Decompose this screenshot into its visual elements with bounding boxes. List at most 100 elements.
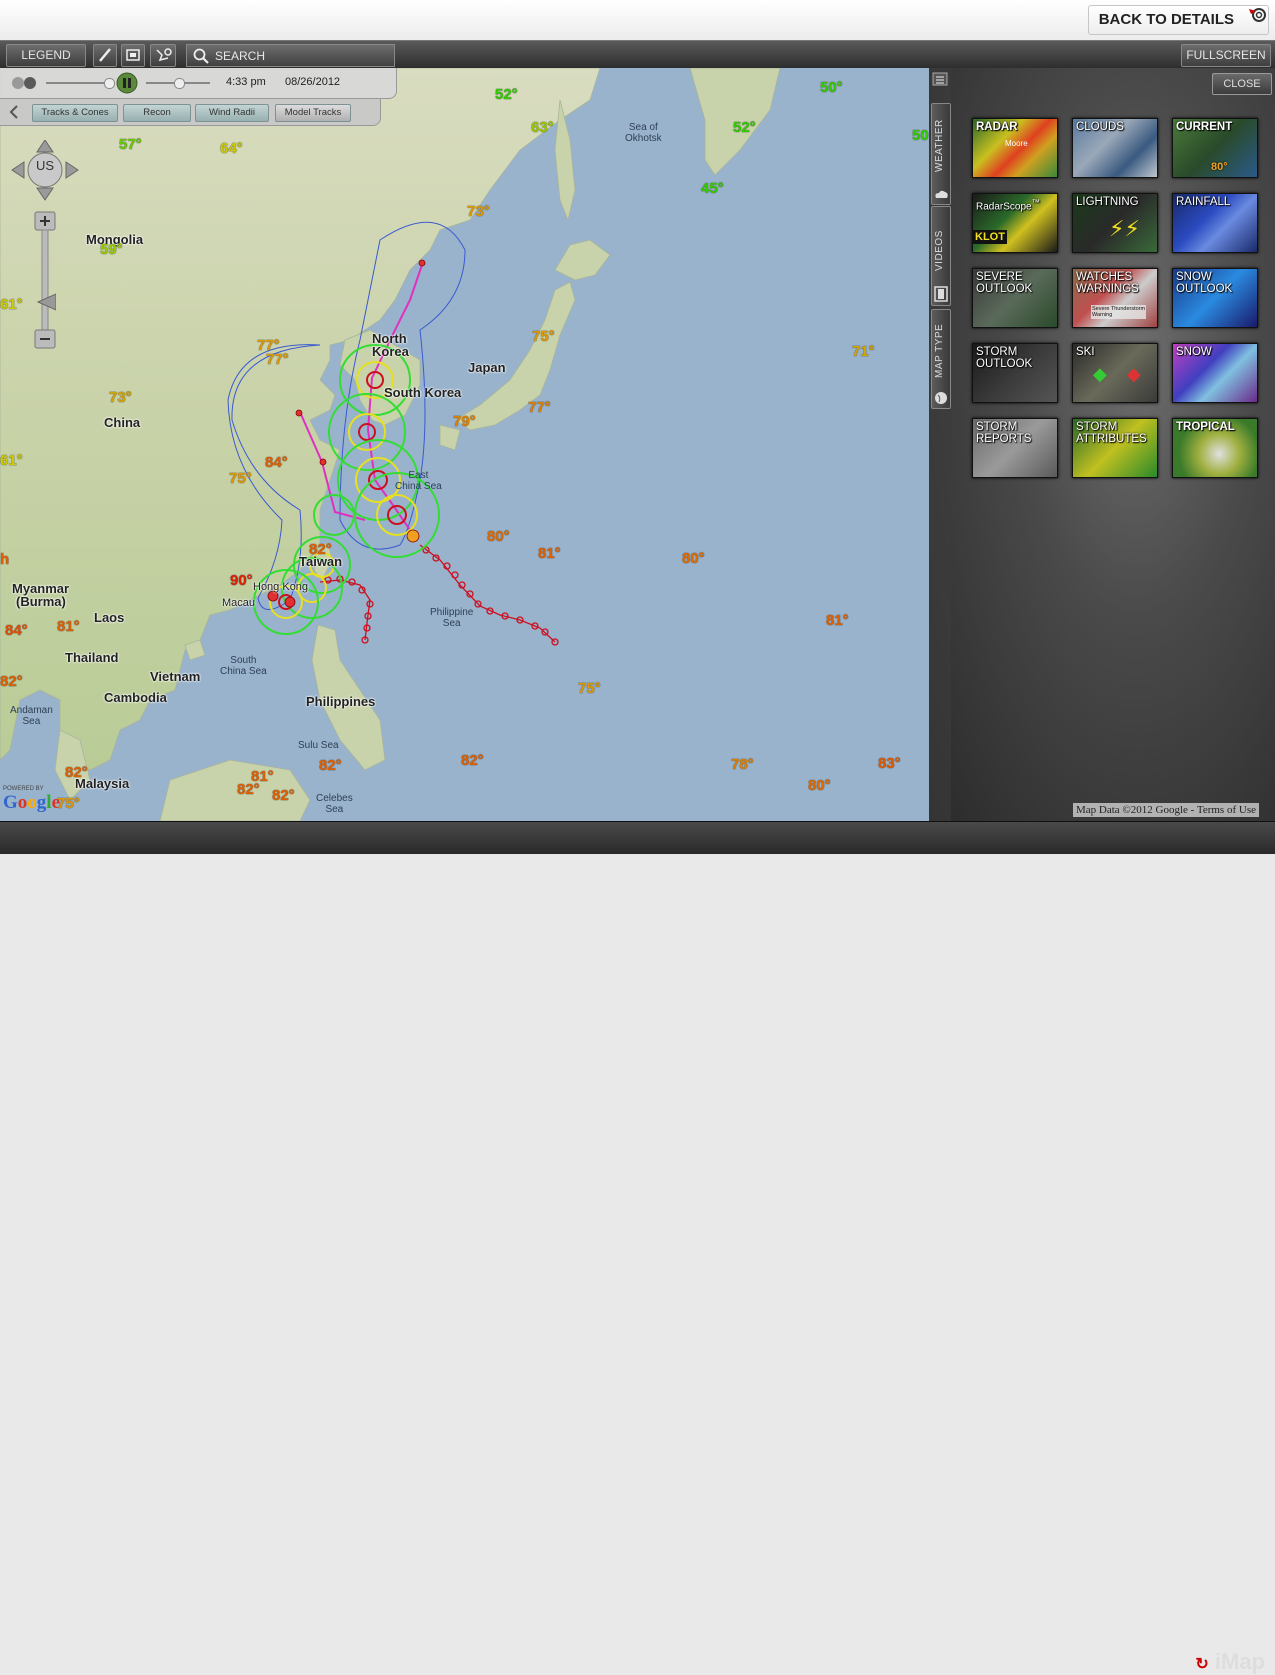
layer-tile-lightning[interactable]: LIGHTNING ⚡⚡ [1072, 193, 1158, 253]
pause-button-icon[interactable] [116, 72, 138, 94]
sea-label: East China Sea [395, 470, 442, 492]
layer-tile-rainfall[interactable]: RAINFALL [1172, 193, 1258, 253]
pan-left-icon [11, 161, 25, 179]
sea-label: Andaman Sea [10, 705, 53, 727]
layer-tile-label: SEVERE OUTLOOK [976, 271, 1032, 295]
tab-map-type[interactable]: MAP TYPE [931, 309, 951, 409]
map-data-attribution[interactable]: Map Data ©2012 Google - Terms of Use [1073, 803, 1259, 817]
temperature-label: 64° [220, 140, 243, 157]
search-box [186, 44, 395, 67]
tile-label-line: OUTLOOK [976, 358, 1033, 370]
tile-label-line: OUTLOOK [1176, 283, 1233, 295]
sea-label: Sulu Sea [298, 740, 339, 751]
sea-label-line: Okhotsk [625, 133, 662, 144]
temperature-label: 50 [912, 127, 929, 144]
temperature-label: 80° [487, 528, 510, 545]
tab-label: Model Tracks [284, 107, 342, 118]
layer-tile-snow-outlook[interactable]: SNOW OUTLOOK [1172, 268, 1258, 328]
sea-label-line: Sea of [628, 122, 658, 133]
temperature-label: 75° [532, 328, 555, 345]
tab-tracks-cones[interactable]: Tracks & Cones [32, 104, 118, 122]
tab-recon[interactable]: Recon [123, 104, 191, 122]
pan-down-icon [36, 187, 54, 201]
layer-tile-label: STORM OUTLOOK [976, 346, 1032, 370]
chevron-left-icon[interactable] [8, 104, 20, 120]
temperature-label: 82° [461, 752, 484, 769]
place-label: Philippines [306, 694, 376, 709]
search-input[interactable] [215, 45, 385, 66]
layer-tile-label: RADAR [976, 121, 1018, 133]
layer-tile-label: TROPICAL [1176, 421, 1235, 433]
layer-tile-storm-outlook[interactable]: STORM OUTLOOK [972, 343, 1058, 403]
layer-tile-label: SNOW OUTLOOK [1176, 271, 1232, 295]
map-toolbar: LEGEND FULLSCREEN [0, 40, 1275, 69]
close-panel-button[interactable]: CLOSE [1212, 73, 1272, 95]
layer-tile-tropical[interactable]: TROPICAL [1172, 418, 1258, 478]
sea-label-line: South [230, 655, 257, 666]
sea-label-line: Sea [22, 716, 41, 727]
layer-tile-label: SKI [1076, 346, 1095, 358]
warning-caption: Severe Thunderstorm Warning [1091, 305, 1147, 319]
draw-tool-button[interactable] [93, 44, 117, 67]
layer-tile-label: RAINFALL [1176, 196, 1231, 208]
map-canvas[interactable]: Mongolia China North Korea South Korea Japan T… [0, 68, 929, 821]
temperature-label: 81° [57, 618, 80, 635]
layer-tile-clouds[interactable]: CLOUDS [1072, 118, 1158, 178]
layer-tile-snow[interactable]: SNOW [1172, 343, 1258, 403]
sea-label-line: Andaman [10, 705, 53, 716]
timeline-slider-handle[interactable] [174, 78, 185, 89]
tile-label-line: SNOW [1176, 271, 1212, 283]
tab-videos-label: VIDEOS [934, 230, 945, 271]
loop-toggle-icon[interactable] [10, 75, 40, 91]
temperature-label: h [0, 551, 10, 568]
warning-caption-line: Warning [1092, 312, 1113, 318]
us-reset-button[interactable]: US [33, 158, 57, 173]
route-tool-button[interactable] [150, 44, 176, 67]
tab-videos[interactable]: VIDEOS [931, 206, 951, 306]
layer-tile-storm-attributes[interactable]: STORM ATTRIBUTES [1072, 418, 1158, 478]
tab-model-tracks[interactable]: Model Tracks [275, 104, 351, 122]
place-label: Macau [222, 597, 256, 609]
ski-difficulty-icons: ◆ ◆ [1093, 364, 1141, 384]
sea-label: South China Sea [220, 655, 267, 677]
tab-weather[interactable]: WEATHER [931, 103, 951, 205]
tab-wind-radii[interactable]: Wind Radii [195, 104, 269, 122]
tile-label-line: STORM [976, 346, 1018, 358]
temperature-label: 80° [808, 777, 831, 794]
map-pan-control[interactable] [10, 140, 80, 210]
temperature-label: 80° [682, 550, 705, 567]
window-icon [126, 49, 140, 61]
temperature-label: 63° [531, 119, 554, 136]
menu-icon[interactable] [932, 72, 948, 86]
place-label: Japan [468, 360, 506, 375]
legend-button[interactable]: LEGEND [6, 44, 86, 67]
temperature-label: 84° [265, 454, 288, 471]
zoom-slider[interactable] [34, 210, 56, 350]
sea-label-line: China Sea [395, 481, 442, 492]
layer-tile-watches-warnings[interactable]: WATCHES WARNINGS Severe Thunderstorm Warnin… [1072, 268, 1158, 328]
fullscreen-button[interactable]: FULLSCREEN [1181, 44, 1271, 67]
layer-tile-radarscope[interactable]: RadarScope™ KLOT [972, 193, 1058, 253]
tile-label-line: WATCHES [1076, 271, 1133, 283]
layer-tile-current[interactable]: CURRENT 80° [1172, 118, 1258, 178]
speed-slider-track[interactable] [46, 82, 110, 84]
place-label: China [104, 415, 141, 430]
layer-tile-storm-reports[interactable]: STORM REPORTS [972, 418, 1058, 478]
layer-tile-ski[interactable]: SKI ◆ ◆ [1072, 343, 1158, 403]
speed-slider-handle[interactable] [104, 78, 115, 89]
back-to-details-label: BACK TO DETAILS [1098, 11, 1234, 28]
layer-tile-label: STORM REPORTS [976, 421, 1031, 445]
temperature-label: 73° [109, 389, 132, 406]
screen-tool-button[interactable] [121, 44, 145, 67]
timestamp-date: 08/26/2012 [285, 76, 341, 88]
layer-tile-radar[interactable]: RADAR Moore [972, 118, 1058, 178]
trademark-mark: ™ [1031, 197, 1040, 207]
layer-tile-severe-outlook[interactable]: SEVERE OUTLOOK [972, 268, 1058, 328]
back-to-details-button[interactable]: BACK TO DETAILS [1087, 5, 1269, 35]
legend-label: LEGEND [21, 48, 71, 62]
timestamp-time: 4:33 pm [226, 76, 266, 88]
layer-tile-label: WATCHES WARNINGS [1076, 271, 1139, 295]
weather-cloud-icon [935, 190, 948, 198]
pencil-icon [99, 48, 111, 62]
place-label: South Korea [384, 385, 462, 400]
